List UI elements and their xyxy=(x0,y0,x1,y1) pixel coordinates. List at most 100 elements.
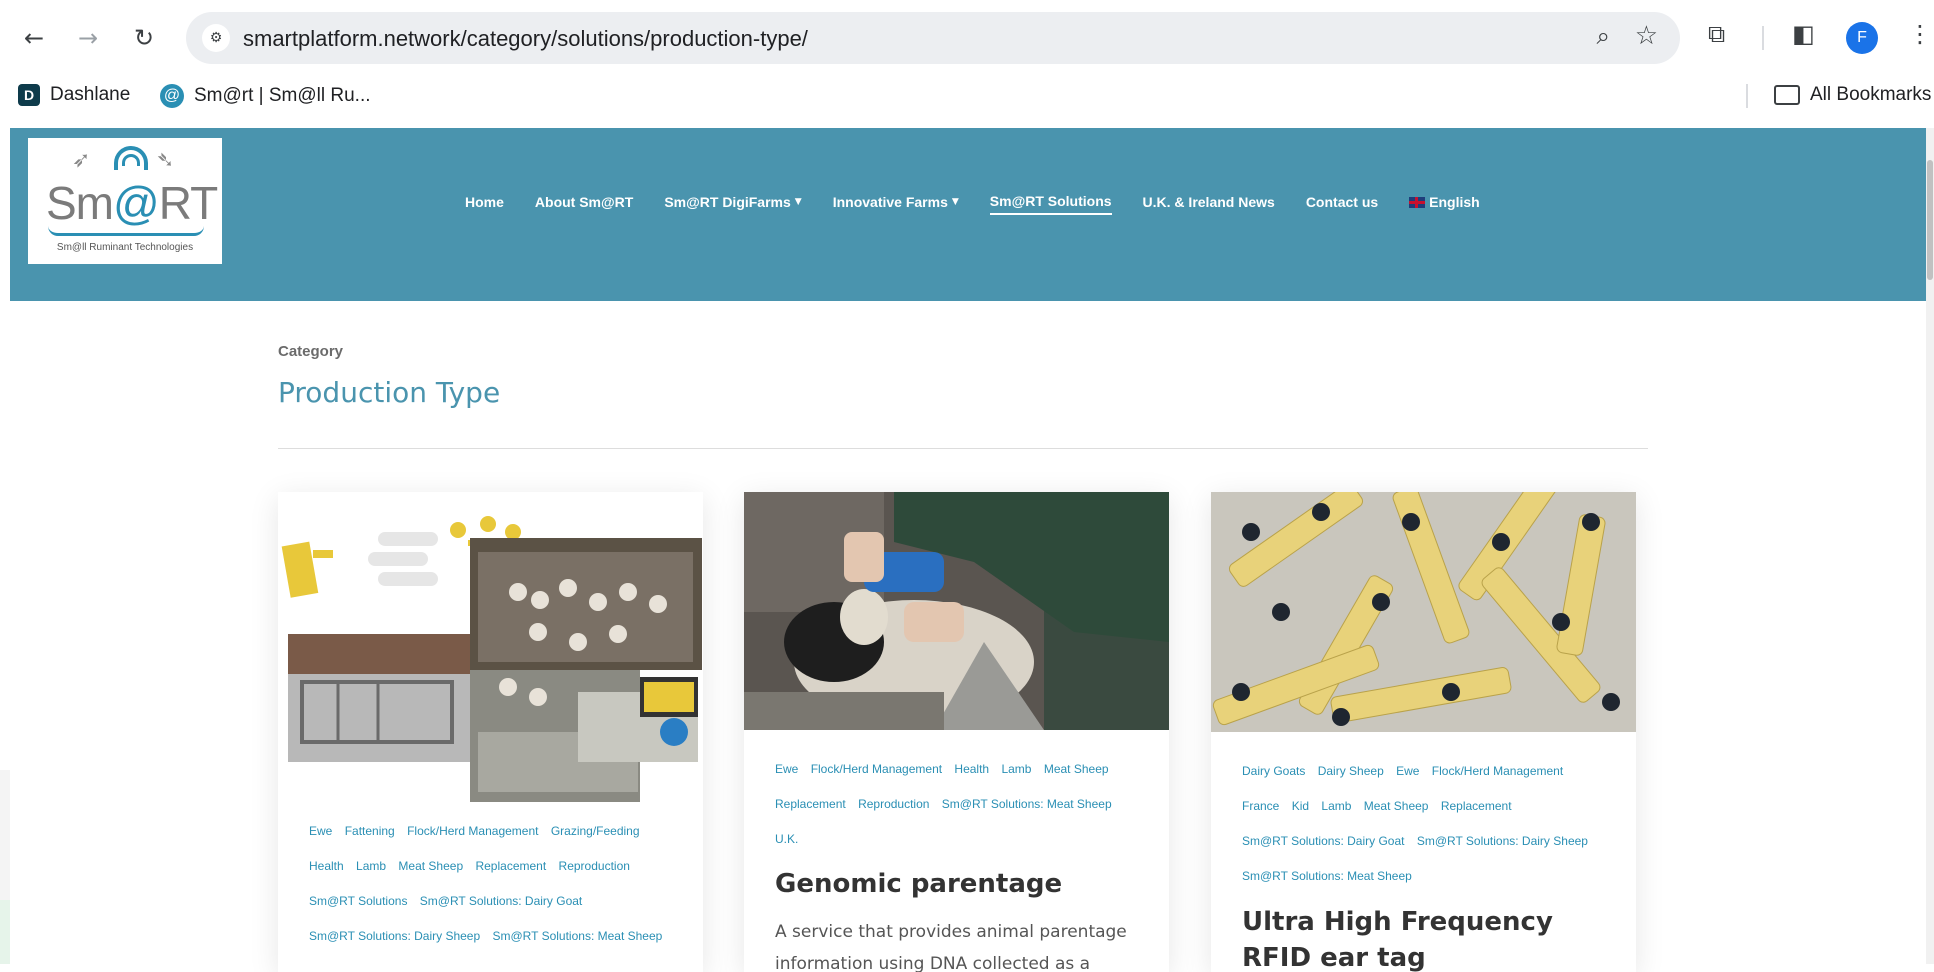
tag-link[interactable]: Lamb xyxy=(1321,799,1351,813)
page-title: Production Type xyxy=(278,376,501,409)
post-tags: Ewe Fattening Flock/Herd Management Graz… xyxy=(309,814,679,954)
logo-tagline: Sm@ll Ruminant Technologies xyxy=(56,242,194,253)
menu-kebab-icon[interactable]: ⋮ xyxy=(1908,20,1932,48)
bookmarks-divider xyxy=(1746,84,1748,108)
tag-link[interactable]: Reproduction xyxy=(858,797,929,811)
site-info-icon[interactable]: ⚙ xyxy=(202,24,230,52)
tag-link[interactable]: Ewe xyxy=(775,762,798,776)
menu-item-innovative-farms[interactable]: Innovative Farms ▼ xyxy=(833,193,959,215)
page-scrollbar[interactable] xyxy=(1926,128,1934,964)
menu-label: Sm@RT Solutions xyxy=(989,193,1112,209)
bookmark-star-icon[interactable]: ☆ xyxy=(1635,21,1658,51)
tag-link[interactable]: Sm@RT Solutions: Dairy Goat xyxy=(420,894,582,908)
post-card[interactable]: Ewe Flock/Herd Management Health Lamb Me… xyxy=(744,492,1169,972)
site-header: ➶ ➴ Sm@RT Sm@ll Ruminant Technologies Ho… xyxy=(10,128,1926,301)
tag-link[interactable]: Sm@RT Solutions: Dairy Sheep xyxy=(1417,834,1588,848)
toolbar-divider xyxy=(1762,26,1764,50)
menu-item-home[interactable]: Home xyxy=(465,193,504,215)
tag-link[interactable]: Lamb xyxy=(356,859,386,873)
tag-link[interactable]: Health xyxy=(309,859,344,873)
bird-icon: ➴ xyxy=(156,148,175,173)
bookmark-label: Dashlane xyxy=(50,84,131,105)
profile-avatar[interactable]: F xyxy=(1846,22,1878,54)
back-icon[interactable]: ← xyxy=(16,20,52,56)
bookmark-smart[interactable]: @ Sm@rt | Sm@ll Ru... xyxy=(160,84,371,108)
all-bookmarks-button[interactable]: All Bookmarks xyxy=(1774,84,1931,106)
tag-link[interactable]: Flock/Herd Management xyxy=(407,824,538,838)
post-image[interactable] xyxy=(1211,492,1636,732)
menu-item-contact[interactable]: Contact us xyxy=(1306,193,1378,215)
post-title[interactable]: Genomic parentage xyxy=(775,866,1145,902)
tag-link[interactable]: Sm@RT Solutions: Dairy Goat xyxy=(1242,834,1404,848)
url-text[interactable]: smartplatform.network/category/solutions… xyxy=(243,26,808,52)
at-icon: @ xyxy=(160,84,184,108)
tag-link[interactable]: Dairy Sheep xyxy=(1318,764,1384,778)
tag-link[interactable]: Dairy Goats xyxy=(1242,764,1305,778)
logo-wordmark: Sm@RT xyxy=(46,177,218,229)
menu-label: Contact us xyxy=(1305,194,1379,210)
tag-link[interactable]: Replacement xyxy=(475,859,546,873)
tag-link[interactable]: Sm@RT Solutions: Meat Sheep xyxy=(942,797,1112,811)
tag-link[interactable]: Sm@RT Solutions xyxy=(309,894,407,908)
tag-link[interactable]: U.K. xyxy=(775,832,798,846)
caret-down-icon: ▼ xyxy=(794,197,802,207)
post-image[interactable] xyxy=(278,492,703,822)
tag-link[interactable]: Meat Sheep xyxy=(1044,762,1109,776)
tag-link[interactable]: France xyxy=(1242,799,1279,813)
tag-link[interactable]: Replacement xyxy=(1441,799,1512,813)
main-menu: Home About Sm@RT Sm@RT DigiFarms ▼ Innova… xyxy=(465,193,1511,215)
divider xyxy=(278,448,1648,449)
category-label: Category xyxy=(278,343,344,360)
menu-label: Innovative Farms xyxy=(832,194,948,210)
menu-label: Home xyxy=(465,194,504,210)
edge-overlay xyxy=(0,900,10,964)
menu-item-solutions[interactable]: Sm@RT Solutions xyxy=(989,193,1112,215)
bookmark-label: Sm@rt | Sm@ll Ru... xyxy=(194,85,371,106)
menu-item-news[interactable]: U.K. & Ireland News xyxy=(1143,193,1275,215)
folder-icon xyxy=(1774,85,1800,105)
tag-link[interactable]: Replacement xyxy=(775,797,846,811)
tag-link[interactable]: Sm@RT Solutions: Meat Sheep xyxy=(1242,869,1412,883)
side-panel-icon[interactable]: ◧ xyxy=(1792,20,1815,48)
tag-link[interactable]: Sm@RT Solutions: Meat Sheep xyxy=(493,929,663,943)
tag-link[interactable]: Reproduction xyxy=(559,859,630,873)
dashlane-icon: D xyxy=(18,84,40,106)
post-tags: Dairy Goats Dairy Sheep Ewe Flock/Herd M… xyxy=(1242,754,1612,894)
tag-link[interactable]: Kid xyxy=(1292,799,1309,813)
post-card[interactable]: Ewe Fattening Flock/Herd Management Graz… xyxy=(278,492,703,972)
tag-link[interactable]: Lamb xyxy=(1001,762,1031,776)
tag-link[interactable]: Ewe xyxy=(1396,764,1419,778)
forward-icon[interactable]: → xyxy=(70,20,106,56)
post-title[interactable]: Ultra High Frequency RFID ear tag xyxy=(1242,904,1612,972)
reload-icon[interactable]: ↻ xyxy=(126,20,162,56)
post-image[interactable] xyxy=(744,492,1169,730)
extensions-icon[interactable]: ⧉ xyxy=(1708,20,1725,48)
tag-link[interactable]: Grazing/Feeding xyxy=(551,824,640,838)
tag-link[interactable]: Flock/Herd Management xyxy=(811,762,942,776)
menu-label: U.K. & Ireland News xyxy=(1142,194,1275,210)
tag-link[interactable]: Meat Sheep xyxy=(1364,799,1429,813)
uk-flag-icon xyxy=(1409,196,1426,208)
tag-link[interactable]: Meat Sheep xyxy=(398,859,463,873)
caret-down-icon: ▼ xyxy=(951,197,959,207)
bird-icon: ➶ xyxy=(72,148,91,173)
menu-label: English xyxy=(1429,194,1480,210)
tag-link[interactable]: Ewe xyxy=(309,824,332,838)
menu-item-digifarms[interactable]: Sm@RT DigiFarms ▼ xyxy=(664,193,801,215)
tag-link[interactable]: Flock/Herd Management xyxy=(1432,764,1563,778)
post-tags: Ewe Flock/Herd Management Health Lamb Me… xyxy=(775,752,1145,857)
bookmark-dashlane[interactable]: D Dashlane xyxy=(18,84,130,106)
browser-toolbar: ← → ↻ ⚙ smartplatform.network/category/s… xyxy=(0,0,1934,76)
tag-link[interactable]: Sm@RT Solutions: Dairy Sheep xyxy=(309,929,480,943)
bookmarks-bar: D Dashlane @ Sm@rt | Sm@ll Ru... All Boo… xyxy=(0,76,1934,116)
scrollbar-thumb[interactable] xyxy=(1927,160,1933,280)
all-bookmarks-label: All Bookmarks xyxy=(1810,84,1932,105)
post-card[interactable]: Dairy Goats Dairy Sheep Ewe Flock/Herd M… xyxy=(1211,492,1636,972)
site-logo[interactable]: ➶ ➴ Sm@RT Sm@ll Ruminant Technologies xyxy=(28,138,222,264)
menu-item-about[interactable]: About Sm@RT xyxy=(535,193,633,215)
address-bar[interactable]: ⚙ smartplatform.network/category/solutio… xyxy=(186,12,1680,64)
menu-item-language[interactable]: English xyxy=(1409,193,1480,215)
zoom-icon[interactable]: ⌕ xyxy=(1597,22,1610,50)
tag-link[interactable]: Fattening xyxy=(345,824,395,838)
tag-link[interactable]: Health xyxy=(954,762,989,776)
